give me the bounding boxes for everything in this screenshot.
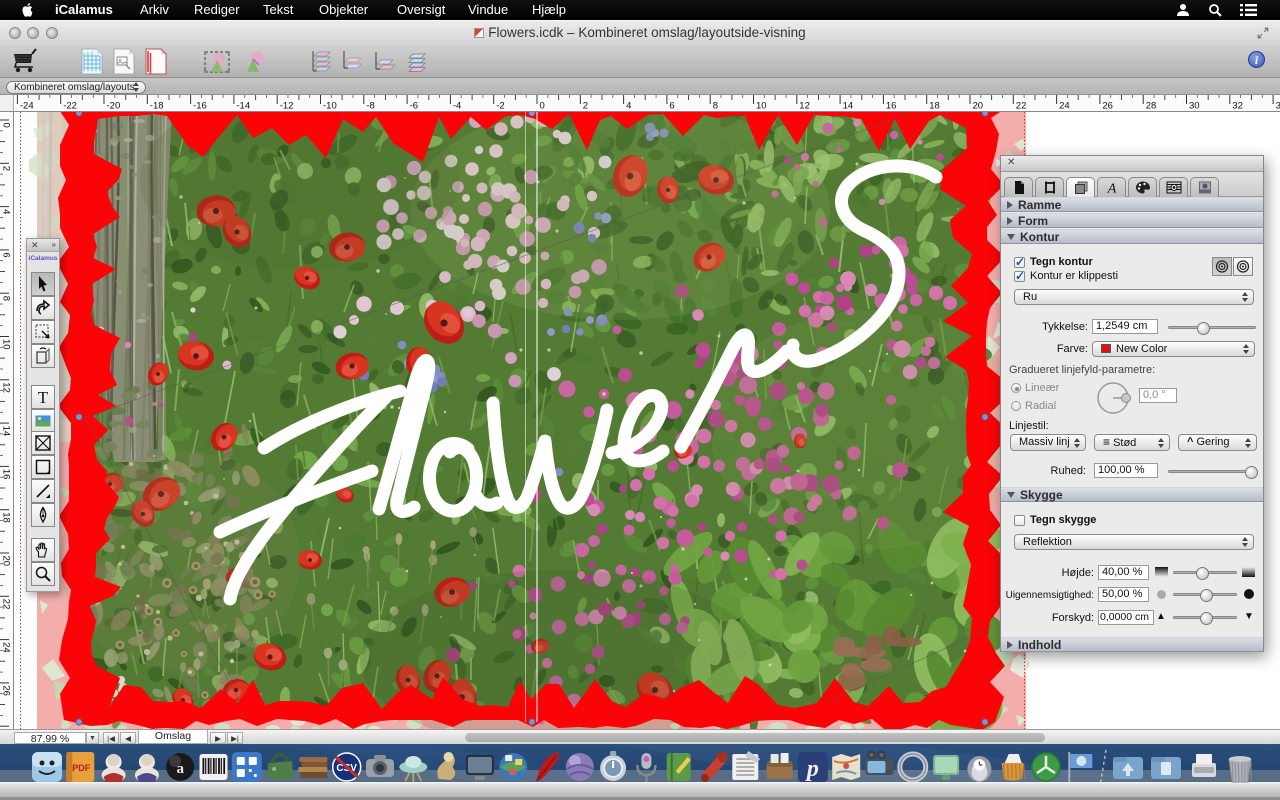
svg-text:-22: -22 bbox=[63, 101, 77, 112]
svg-text:20: 20 bbox=[973, 101, 984, 112]
svg-text:24: 24 bbox=[1059, 101, 1070, 112]
svg-text:22: 22 bbox=[1016, 101, 1027, 112]
svg-text:14: 14 bbox=[1, 426, 12, 437]
svg-text:-2: -2 bbox=[496, 101, 504, 112]
svg-text:A: A bbox=[1106, 182, 1116, 196]
svg-text:a: a bbox=[176, 761, 184, 777]
svg-text:12: 12 bbox=[1, 382, 12, 393]
svg-text:10: 10 bbox=[1, 339, 12, 350]
svg-text:0: 0 bbox=[540, 101, 545, 112]
svg-text:p: p bbox=[805, 756, 819, 782]
svg-text:26: 26 bbox=[1102, 101, 1113, 112]
svg-text:16: 16 bbox=[1, 469, 12, 480]
svg-text:-8: -8 bbox=[366, 101, 374, 112]
svg-text:PDF: PDF bbox=[72, 763, 91, 773]
svg-text:-24: -24 bbox=[20, 101, 34, 112]
svg-text:24: 24 bbox=[1, 642, 12, 653]
svg-text:34: 34 bbox=[1276, 101, 1280, 112]
svg-text:-18: -18 bbox=[150, 101, 164, 112]
svg-text:8: 8 bbox=[713, 101, 718, 112]
svg-text:-4: -4 bbox=[453, 101, 461, 112]
svg-text:28: 28 bbox=[1146, 101, 1157, 112]
svg-text:6: 6 bbox=[1, 252, 12, 257]
svg-text:8: 8 bbox=[1, 296, 12, 301]
svg-text:2: 2 bbox=[1, 166, 12, 171]
svg-text:18: 18 bbox=[1, 512, 12, 523]
svg-text:32: 32 bbox=[1232, 101, 1243, 112]
svg-text:-16: -16 bbox=[193, 101, 207, 112]
svg-text:14: 14 bbox=[843, 101, 854, 112]
svg-text:0: 0 bbox=[1, 123, 12, 128]
svg-text:10: 10 bbox=[756, 101, 767, 112]
svg-text:6: 6 bbox=[669, 101, 674, 112]
svg-text:22: 22 bbox=[1, 599, 12, 610]
svg-text:-6: -6 bbox=[410, 101, 418, 112]
svg-text:-10: -10 bbox=[323, 101, 337, 112]
svg-text:-14: -14 bbox=[236, 101, 250, 112]
svg-text:30: 30 bbox=[1189, 101, 1200, 112]
svg-text:12: 12 bbox=[799, 101, 810, 112]
svg-text:16: 16 bbox=[886, 101, 897, 112]
svg-text:26: 26 bbox=[1, 685, 12, 696]
svg-text:18: 18 bbox=[929, 101, 940, 112]
svg-text:4: 4 bbox=[1, 209, 12, 214]
svg-text:20: 20 bbox=[1, 556, 12, 567]
svg-text:2: 2 bbox=[583, 101, 588, 112]
svg-text:4: 4 bbox=[626, 101, 631, 112]
svg-text:-12: -12 bbox=[280, 101, 294, 112]
svg-text:-20: -20 bbox=[107, 101, 121, 112]
svg-text:T: T bbox=[38, 388, 49, 407]
